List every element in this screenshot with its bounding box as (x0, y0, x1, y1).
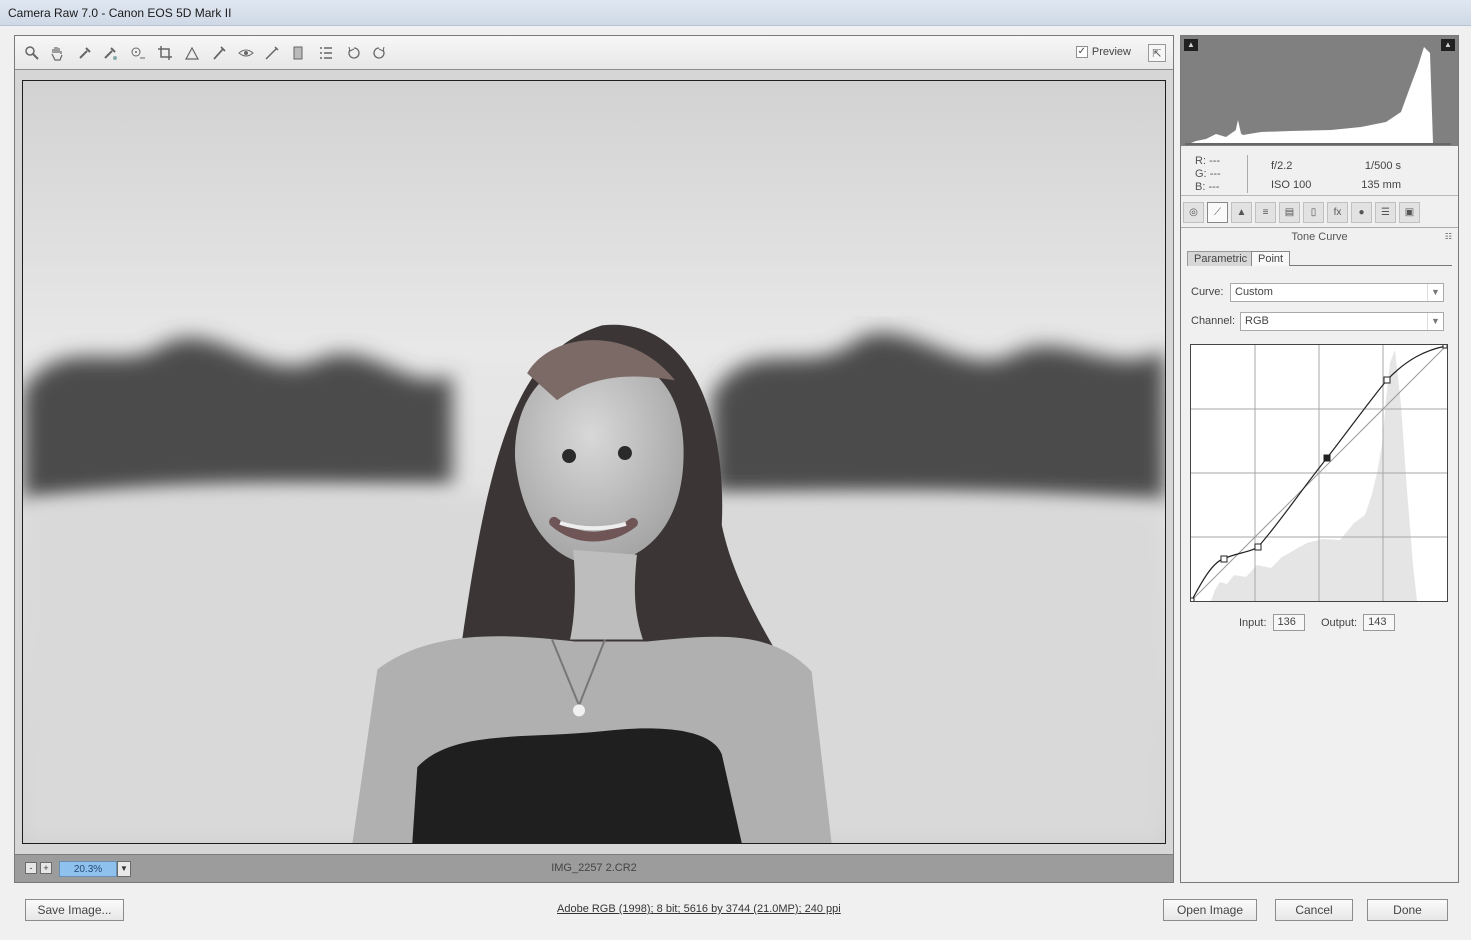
output-field[interactable]: 143 (1363, 614, 1396, 631)
image-filename: IMG_2257 2.CR2 (551, 862, 637, 874)
image-preview[interactable] (22, 80, 1166, 844)
point-tab[interactable]: Point (1251, 251, 1291, 266)
b-label: B: (1195, 181, 1206, 193)
magnifier-icon (25, 46, 39, 60)
straighten-tool[interactable] (183, 44, 201, 62)
channel-select[interactable]: RGB ▼ (1240, 312, 1444, 331)
preview-label: Preview (1091, 46, 1131, 58)
save-image-button[interactable]: Save Image... (25, 899, 124, 921)
channel-label: Channel: (1191, 315, 1236, 327)
basic-tab-icon[interactable]: ◎ (1183, 202, 1204, 223)
target-icon (131, 47, 145, 59)
shadow-clipping-icon[interactable]: ▲ (1184, 39, 1198, 51)
input-label: Input: (1239, 616, 1267, 629)
b-value: --- (1208, 181, 1220, 193)
dialog-footer: Save Image... Adobe RGB (1998); 8 bit; 5… (0, 888, 1471, 940)
panel-tab-strip: ◎ ⟋ ▲ ≡ ▤ ▯ fx ● ☰ ▣ (1181, 198, 1458, 228)
tone-curve-graph[interactable] (1190, 344, 1448, 602)
done-button[interactable]: Done (1367, 899, 1448, 921)
brush-icon (265, 46, 279, 60)
chevron-down-icon: ▼ (1427, 313, 1443, 330)
red-eye-tool[interactable] (237, 44, 255, 62)
histogram: ▲ ▲ (1181, 36, 1458, 146)
preferences-tool[interactable] (317, 44, 335, 62)
crop-tool[interactable] (156, 44, 174, 62)
camera-calibration-tab-icon[interactable]: ● (1351, 202, 1372, 223)
channel-select-value: RGB (1245, 315, 1269, 327)
curve-select-value: Custom (1235, 286, 1273, 298)
histogram-graph (1185, 47, 1451, 145)
hand-tool[interactable] (48, 44, 66, 62)
crop-icon (158, 46, 172, 60)
fullscreen-button[interactable]: ⇱ (1148, 44, 1166, 62)
aperture: f/2.2 (1271, 160, 1293, 172)
image-workspace: ✓ Preview ⇱ - + 20.3% ▼ IMG_2257 2.CR2 (14, 35, 1174, 883)
color-sampler-icon (104, 47, 117, 60)
g-value: --- (1209, 168, 1221, 180)
input-readout: Input: 136 (1239, 614, 1305, 631)
targeted-adjustment-tool[interactable] (128, 44, 146, 62)
hsl-tab-icon[interactable]: ≡ (1255, 202, 1276, 223)
curve-label: Curve: (1191, 286, 1224, 298)
focal-length: 135 mm (1361, 179, 1401, 191)
brush-icon (213, 46, 226, 60)
filter-icon (293, 46, 303, 60)
straighten-icon (184, 46, 200, 60)
adjustments-sidebar: ▲ ▲ R: --- G: --- B: --- f/2.2 1/500 s IS… (1180, 35, 1459, 883)
g-label: G: (1195, 168, 1207, 180)
spot-removal-tool[interactable] (210, 44, 228, 62)
cancel-button[interactable]: Cancel (1275, 899, 1353, 921)
preview-toggle[interactable]: ✓ Preview (1075, 46, 1131, 58)
output-label: Output: (1321, 616, 1358, 629)
rotate-right-tool[interactable] (370, 44, 388, 62)
rotate-left-icon (348, 46, 360, 59)
workflow-options-link[interactable]: Adobe RGB (1998); 8 bit; 5616 by 3744 (2… (557, 903, 841, 915)
camera-info: f/2.2 1/500 s ISO 100 135 mm (1271, 157, 1401, 195)
shutter-speed: 1/500 s (1364, 160, 1401, 172)
white-balance-tool[interactable] (76, 44, 94, 62)
split-toning-tab-icon[interactable]: ▤ (1279, 202, 1300, 223)
parametric-tab[interactable]: Parametric (1187, 251, 1255, 266)
hand-icon (51, 47, 63, 61)
panel-menu-icon[interactable]: ☷ (1445, 232, 1452, 241)
eye-icon (238, 49, 254, 57)
iso: ISO 100 (1271, 179, 1312, 191)
open-image-button[interactable]: Open Image (1163, 899, 1257, 921)
portrait-photo (23, 81, 1165, 843)
fullscreen-icon: ⇱ (1152, 47, 1162, 60)
list-icon (320, 47, 332, 59)
graduated-filter-tool[interactable] (289, 44, 307, 62)
presets-tab-icon[interactable]: ☰ (1375, 202, 1396, 223)
tool-bar: ✓ Preview ⇱ (15, 36, 1173, 70)
detail-tab-icon[interactable]: ▲ (1231, 202, 1252, 223)
rotate-left-tool[interactable] (345, 44, 363, 62)
color-sampler-tool[interactable] (101, 44, 119, 62)
snapshots-tab-icon[interactable]: ▣ (1399, 202, 1420, 223)
lens-tab-icon[interactable]: ▯ (1303, 202, 1324, 223)
tone-curve-tab-icon[interactable]: ⟋ (1207, 202, 1228, 223)
tone-curve-svg (1191, 345, 1447, 601)
rotate-right-icon (373, 46, 385, 59)
eyedropper-icon (79, 47, 91, 59)
tone-curve-subtabs: Parametric Point (1187, 251, 1452, 266)
chevron-down-icon: ▼ (1427, 284, 1443, 301)
effects-tab-icon[interactable]: fx (1327, 202, 1348, 223)
status-bar: - + 20.3% ▼ IMG_2257 2.CR2 (15, 854, 1173, 882)
adjustment-brush-tool[interactable] (263, 44, 281, 62)
window-title: Camera Raw 7.0 - Canon EOS 5D Mark II (8, 6, 232, 20)
title-bar: Camera Raw 7.0 - Canon EOS 5D Mark II (0, 0, 1471, 26)
panel-title: Tone Curve (1291, 231, 1348, 243)
r-value: --- (1209, 155, 1221, 167)
curve-select[interactable]: Custom ▼ (1230, 283, 1444, 302)
input-field[interactable]: 136 (1272, 614, 1305, 631)
zoom-tool[interactable] (23, 44, 41, 62)
preview-checkbox[interactable]: ✓ (1075, 46, 1088, 58)
pixel-readout: R: --- G: --- B: --- f/2.2 1/500 s ISO 10… (1181, 148, 1458, 196)
output-readout: Output: 143 (1321, 614, 1396, 631)
readout-divider (1247, 155, 1248, 193)
highlight-clipping-icon[interactable]: ▲ (1441, 39, 1455, 51)
rgb-values: R: --- G: --- B: --- (1195, 155, 1221, 194)
r-label: R: (1195, 155, 1206, 167)
